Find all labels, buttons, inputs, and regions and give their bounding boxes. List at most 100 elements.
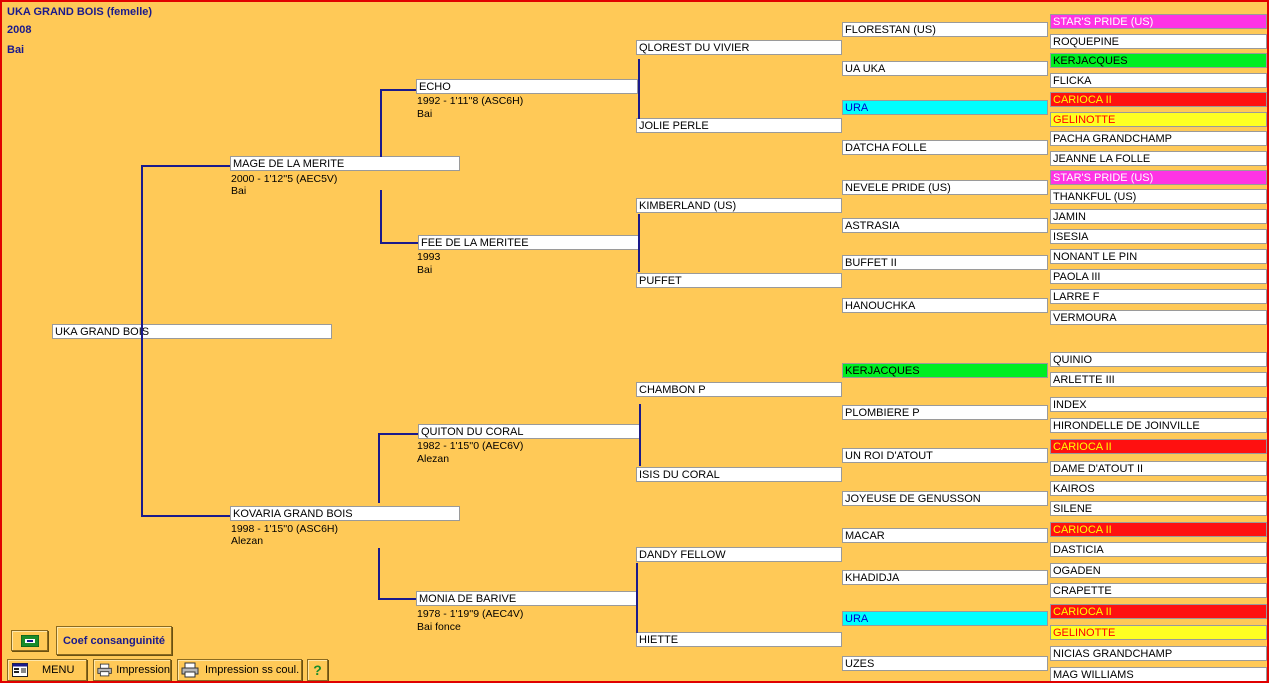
g4-box[interactable]: ASTRASIA <box>842 218 1048 233</box>
sire-upper-branch <box>380 89 416 91</box>
g2-coat: Bai <box>417 108 433 120</box>
g4-box[interactable]: UN ROI D'ATOUT <box>842 448 1048 463</box>
g5-box[interactable]: JEANNE LA FOLLE <box>1050 151 1267 166</box>
g4-box[interactable]: PLOMBIERE P <box>842 405 1048 420</box>
horse-year: 2008 <box>7 24 32 36</box>
g5-box[interactable]: VERMOURA <box>1050 310 1267 325</box>
horse-title: UKA GRAND BOIS (femelle) <box>7 6 153 18</box>
coef-consanguinite-button[interactable]: Coef consanguinité <box>56 626 172 655</box>
g4-box[interactable]: MACAR <box>842 528 1048 543</box>
g5-box[interactable]: OGADEN <box>1050 563 1267 578</box>
g5-box[interactable]: STAR'S PRIDE (US) <box>1050 170 1267 185</box>
g3-box[interactable]: CHAMBON P <box>636 382 842 397</box>
g5-box[interactable]: CARIOCA II <box>1050 92 1267 107</box>
print-label: Impression <box>116 664 170 676</box>
menu-icon <box>12 663 28 677</box>
g5-box[interactable]: KAIROS <box>1050 481 1267 496</box>
g3-connector <box>639 404 641 466</box>
g4-box[interactable]: KERJACQUES <box>842 363 1048 378</box>
g5-box[interactable]: QUINIO <box>1050 352 1267 367</box>
sire-dam-connector <box>141 165 143 517</box>
g2-perf: 1993 <box>417 251 441 263</box>
dam-box[interactable]: KOVARIA GRAND BOIS <box>230 506 460 521</box>
g2-coat: Alezan <box>417 453 450 465</box>
g3-box[interactable]: HIETTE <box>636 632 842 647</box>
dam-connector <box>141 515 230 517</box>
g5-box[interactable]: FLICKA <box>1050 73 1267 88</box>
g4-box[interactable]: KHADIDJA <box>842 570 1048 585</box>
g2-box[interactable]: FEE DE LA MERITEE <box>418 235 640 250</box>
g5-box[interactable]: MAG WILLIAMS <box>1050 667 1267 681</box>
g5-box[interactable]: DAME D'ATOUT II <box>1050 461 1267 476</box>
g4-box[interactable]: UZES <box>842 656 1048 671</box>
sire-box[interactable]: MAGE DE LA MERITE <box>230 156 460 171</box>
g5-box[interactable]: PACHA GRANDCHAMP <box>1050 131 1267 146</box>
g5-box[interactable]: ARLETTE III <box>1050 372 1267 387</box>
g4-box[interactable]: URA <box>842 100 1048 115</box>
dam-upper-connector <box>378 433 380 503</box>
g2-coat: Bai <box>417 264 433 276</box>
g3-box[interactable]: JOLIE PERLE <box>636 118 842 133</box>
printer-icon <box>97 663 112 677</box>
g5-box[interactable]: SILENE <box>1050 501 1267 516</box>
g4-box[interactable]: FLORESTAN (US) <box>842 22 1048 37</box>
g3-box[interactable]: DANDY FELLOW <box>636 547 842 562</box>
g2-box[interactable]: ECHO <box>416 79 638 94</box>
g5-box[interactable]: CARIOCA II <box>1050 604 1267 619</box>
menu-button[interactable]: MENU <box>7 659 87 681</box>
g5-box[interactable]: JAMIN <box>1050 209 1267 224</box>
g4-box[interactable]: HANOUCHKA <box>842 298 1048 313</box>
g5-box[interactable]: HIRONDELLE DE JOINVILLE <box>1050 418 1267 433</box>
flag-icon <box>20 634 39 647</box>
sire-lower-branch <box>380 242 418 244</box>
help-button[interactable]: ? <box>307 659 328 681</box>
g2-box[interactable]: QUITON DU CORAL <box>418 424 640 439</box>
g3-box[interactable]: QLOREST DU VIVIER <box>636 40 842 55</box>
coef-label: Coef consanguinité <box>62 634 166 647</box>
g5-box[interactable]: GELINOTTE <box>1050 625 1267 640</box>
g2-perf: 1978 - 1'19''9 (AEC4V) <box>417 608 524 620</box>
horse-coat: Bai <box>7 44 25 56</box>
g3-connector <box>638 214 640 272</box>
g5-box[interactable]: PAOLA III <box>1050 269 1267 284</box>
g5-box[interactable]: DASTICIA <box>1050 542 1267 557</box>
g3-box[interactable]: KIMBERLAND (US) <box>636 198 842 213</box>
print-no-color-button[interactable]: Impression ss coul. <box>177 659 302 681</box>
g5-box[interactable]: CRAPETTE <box>1050 583 1267 598</box>
sire-coat: Bai <box>231 185 247 197</box>
g4-box[interactable]: JOYEUSE DE GENUSSON <box>842 491 1048 506</box>
g5-box[interactable]: STAR'S PRIDE (US) <box>1050 14 1267 29</box>
menu-label: MENU <box>42 664 75 676</box>
flag-button[interactable] <box>11 630 48 651</box>
dam-lower-branch <box>378 598 416 600</box>
sire-perf: 2000 - 1'12''5 (AEC5V) <box>231 173 338 185</box>
g5-box[interactable]: INDEX <box>1050 397 1267 412</box>
g3-connector <box>638 59 640 119</box>
g5-box[interactable]: ROQUEPINE <box>1050 34 1267 49</box>
g5-box[interactable]: THANKFUL (US) <box>1050 189 1267 204</box>
pedigree-window: UKA GRAND BOIS (femelle) 2008 Bai UKA GR… <box>0 0 1269 683</box>
dam-lower-connector <box>378 548 380 599</box>
g5-box[interactable]: CARIOCA II <box>1050 522 1267 537</box>
help-icon: ? <box>313 662 322 678</box>
dam-upper-branch <box>378 433 418 435</box>
subject-box[interactable]: UKA GRAND BOIS <box>52 324 332 339</box>
g2-box[interactable]: MONIA DE BARIVE <box>416 591 638 606</box>
g5-box[interactable]: LARRE F <box>1050 289 1267 304</box>
g5-box[interactable]: CARIOCA II <box>1050 439 1267 454</box>
g4-box[interactable]: UA UKA <box>842 61 1048 76</box>
g4-box[interactable]: NEVELE PRIDE (US) <box>842 180 1048 195</box>
g3-box[interactable]: PUFFET <box>636 273 842 288</box>
print-button[interactable]: Impression <box>93 659 171 681</box>
g3-box[interactable]: ISIS DU CORAL <box>636 467 842 482</box>
g4-box[interactable]: DATCHA FOLLE <box>842 140 1048 155</box>
g4-box[interactable]: URA <box>842 611 1048 626</box>
g4-box[interactable]: BUFFET II <box>842 255 1048 270</box>
sire-connector <box>141 165 230 167</box>
g5-box[interactable]: NICIAS GRANDCHAMP <box>1050 646 1267 661</box>
g5-box[interactable]: KERJACQUES <box>1050 53 1267 68</box>
g5-box[interactable]: ISESIA <box>1050 229 1267 244</box>
sire-lower-connector <box>380 190 382 243</box>
g5-box[interactable]: NONANT LE PIN <box>1050 249 1267 264</box>
g5-box[interactable]: GELINOTTE <box>1050 112 1267 127</box>
